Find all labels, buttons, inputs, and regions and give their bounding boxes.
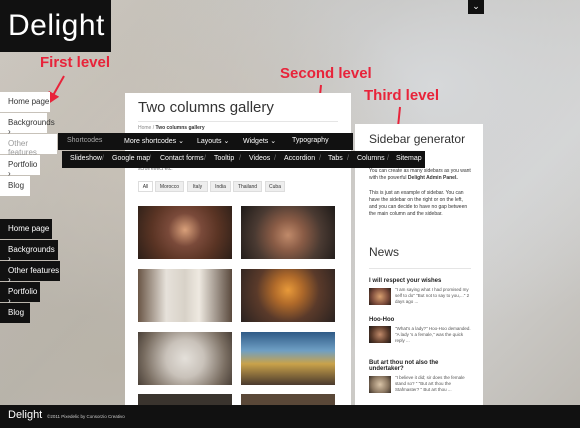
nav-other-features[interactable]: Other features <box>0 134 57 157</box>
news-item-title[interactable]: Hoo-Hoo <box>369 317 394 323</box>
nav-blog[interactable]: Blog <box>0 176 30 196</box>
chevron-down-icon[interactable]: ⌄ <box>468 0 484 14</box>
menu-shortcodes[interactable]: Shortcodes <box>67 137 102 144</box>
menu-tooltip[interactable]: Tooltip <box>214 155 234 162</box>
menu-sitemap[interactable]: Sitemap <box>396 155 422 162</box>
gallery-thumb[interactable] <box>138 332 232 385</box>
news-item-title[interactable]: But art thou not also the undertaker? <box>369 360 473 372</box>
footer-copyright: ©2011 Pixedelic by Consorzio Creativo <box>47 414 125 419</box>
breadcrumb-current: Two columns gallery <box>155 125 205 131</box>
submenu-third-level: Slideshow / Google map / Contact forms /… <box>62 151 425 168</box>
filter-india[interactable]: India <box>210 181 231 192</box>
menu-videos[interactable]: Videos <box>249 155 270 162</box>
gallery-thumb[interactable] <box>241 394 335 405</box>
nav-dark-portfolio[interactable]: Portfolio › <box>0 282 40 305</box>
sidebar-title: Sidebar generator <box>369 132 466 146</box>
footer: Delight ©2011 Pixedelic by Consorzio Cre… <box>0 405 580 428</box>
gallery-thumb[interactable] <box>138 394 232 405</box>
news-item-text: "What's a lady?" Hoo-Hoo demanded. "A la… <box>395 326 471 343</box>
sidebar-intro-2: This is just an example of sidebar. You … <box>369 190 468 217</box>
site-logo[interactable]: Delight <box>0 0 111 52</box>
news-thumb[interactable] <box>369 326 391 343</box>
filter-italy[interactable]: Italy <box>187 181 208 192</box>
divider <box>138 121 338 122</box>
nav-dark-backgrounds[interactable]: Backgrounds › <box>0 240 58 263</box>
nav-portfolio[interactable]: Portfolio › <box>0 155 40 178</box>
annotation-first-level: First level <box>40 54 111 71</box>
news-item-text: "I am saying what I had promised my self… <box>395 287 470 304</box>
annotation-second-level: Second level <box>280 65 372 82</box>
news-item-title[interactable]: I will respect your wishes <box>369 278 441 284</box>
gallery-thumb[interactable] <box>241 332 335 385</box>
gallery-thumb[interactable] <box>241 269 335 322</box>
news-item-text: "I believe it did; sir does the female s… <box>395 375 465 392</box>
annotation-third-level: Third level <box>364 87 440 104</box>
menu-tabs[interactable]: Tabs <box>328 155 343 162</box>
menu-columns[interactable]: Columns <box>357 155 385 162</box>
menu-widgets[interactable]: Widgets ⌄ <box>243 137 276 145</box>
filter-morocco[interactable]: Morocco <box>155 181 184 192</box>
arrow-first-level <box>48 75 65 105</box>
news-thumb[interactable] <box>369 376 391 393</box>
breadcrumb: Home / Two columns gallery <box>138 125 205 131</box>
menu-more-shortcodes[interactable]: More shortcodes ⌄ <box>124 137 184 145</box>
filter-cuba[interactable]: Cuba <box>265 181 285 192</box>
menu-contact-forms[interactable]: Contact forms <box>160 155 204 162</box>
nav-dark-blog[interactable]: Blog <box>0 303 30 323</box>
sidebar-intro: You can create as many sidebars as you w… <box>369 168 471 181</box>
menu-typography[interactable]: Typography <box>292 137 329 144</box>
nav-backgrounds[interactable]: Backgrounds › <box>0 113 55 136</box>
submenu-second-level: Shortcodes More shortcodes ⌄ Layouts ⌄ W… <box>58 133 353 150</box>
divider <box>369 268 471 269</box>
nav-home-page[interactable]: Home page <box>0 92 50 112</box>
nav-dark-other-features[interactable]: Other features › <box>0 261 60 284</box>
filter-thailand[interactable]: Thailand <box>233 181 262 192</box>
menu-google-map[interactable]: Google map <box>112 155 150 162</box>
gallery-thumb[interactable] <box>241 206 335 259</box>
nav-dark-home-page[interactable]: Home page <box>0 219 52 239</box>
menu-accordion[interactable]: Accordion <box>284 155 315 162</box>
footer-logo[interactable]: Delight <box>8 409 42 421</box>
page-title: Two columns gallery <box>138 99 274 116</box>
menu-slideshow[interactable]: Slideshow <box>70 155 102 162</box>
news-title: News <box>369 245 400 259</box>
menu-layouts[interactable]: Layouts ⌄ <box>197 137 229 145</box>
news-thumb[interactable] <box>369 288 391 305</box>
breadcrumb-home[interactable]: Home <box>138 125 151 131</box>
gallery-thumb[interactable] <box>138 269 232 322</box>
gallery-thumb[interactable] <box>138 206 232 259</box>
filter-all[interactable]: All <box>138 181 153 192</box>
